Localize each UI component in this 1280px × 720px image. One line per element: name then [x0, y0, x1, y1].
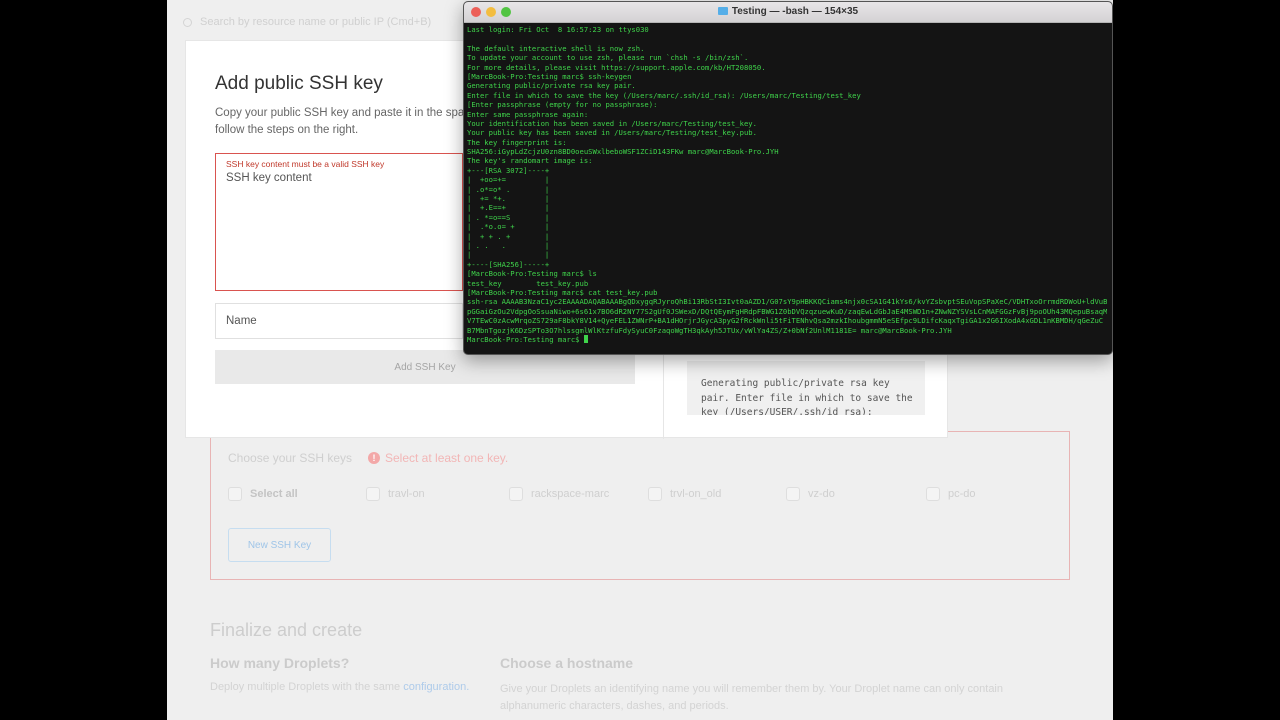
modal-title: Add public SSH key — [215, 73, 383, 94]
name-field[interactable]: Name — [215, 303, 463, 339]
ssh-key-label: trvl-on_old — [670, 488, 722, 500]
checkbox-icon — [366, 487, 380, 501]
modal-desc-line: Copy your public SSH key and paste it in… — [215, 107, 465, 119]
terminal-line: [MarcBook-Pro:Testing marc$ cat test_key… — [467, 287, 658, 297]
modal-description: Copy your public SSH key and paste it in… — [215, 105, 465, 139]
ssh-key-checkbox[interactable]: pc-do — [926, 487, 976, 501]
choose-ssh-keys-label: Choose your SSH keys — [228, 451, 353, 465]
terminal-line: pGGaiGzOu2VdpgOoSsuaNiwo+6s61x7BO6dR2NY7… — [467, 306, 1107, 316]
how-many-droplets-desc: Deploy multiple Droplets with the same c… — [210, 681, 500, 693]
terminal-line: [Enter passphrase (empty for no passphra… — [467, 100, 658, 110]
warning-icon: ! — [368, 452, 380, 464]
left-margin — [0, 0, 167, 720]
checkbox-icon — [786, 487, 800, 501]
terminal-line: | .o*=o* . | — [467, 184, 550, 194]
terminal-line: +----[SHA256]-----+ — [467, 259, 550, 269]
terminal-line: The key fingerprint is: — [467, 137, 567, 147]
ssh-key-label: travl-on — [388, 488, 425, 500]
terminal-line: The default interactive shell is now zsh… — [467, 43, 645, 53]
terminal-line: [MarcBook-Pro:Testing marc$ ls — [467, 269, 597, 279]
name-placeholder: Name — [226, 315, 257, 327]
choose-hostname-title: Choose a hostname — [500, 655, 634, 671]
terminal-line: Enter file in which to save the key (/Us… — [467, 90, 861, 100]
select-all-checkbox[interactable]: Select all — [228, 487, 298, 501]
terminal-line: Generating public/private rsa key pair. — [467, 81, 636, 91]
how-many-desc-text: Deploy multiple Droplets with the same — [210, 681, 401, 693]
ssh-key-label: vz-do — [808, 488, 835, 500]
search-bar[interactable]: Search by resource name or public IP (Cm… — [183, 16, 431, 28]
checkbox-icon — [648, 487, 662, 501]
choose-hostname-desc: Give your Droplets an identifying name y… — [500, 683, 1003, 712]
terminal-line: | | — [467, 250, 550, 260]
terminal-title-text: Testing — -bash — 154×35 — [731, 6, 859, 17]
finalize-title: Finalize and create — [210, 620, 363, 640]
terminal-line: | +.E==+ | — [467, 203, 550, 213]
select-all-label: Select all — [250, 488, 298, 500]
terminal-titlebar[interactable]: Testing — -bash — 154×35 — [464, 2, 1112, 23]
terminal-line: test_key test_key.pub — [467, 278, 589, 288]
terminal-line: [MarcBook-Pro:Testing marc$ ssh-keygen — [467, 71, 632, 81]
search-placeholder: Search by resource name or public IP (Cm… — [200, 16, 432, 28]
terminal-line: The key's randomart image is: — [467, 156, 593, 166]
ssh-key-checkbox[interactable]: trvl-on_old — [648, 487, 721, 501]
ssh-key-checkbox[interactable]: rackspace-marc — [509, 487, 609, 501]
terminal-line: B7MbnTgozjK6DzSPTo3O7hlssgmlWlKtzfuFdySy… — [467, 325, 952, 335]
add-ssh-key-button[interactable]: Add SSH Key — [215, 350, 635, 384]
terminal-line: Last login: Fri Oct 8 16:57:23 on ttys03… — [467, 25, 649, 34]
terminal-line: +---[RSA 3072]----+ — [467, 165, 550, 175]
terminal-output[interactable]: Last login: Fri Oct 8 16:57:23 on ttys03… — [467, 25, 1107, 344]
ssh-warning: ! Select at least one key. — [368, 451, 508, 465]
terminal-line: MarcBook-Pro:Testing marc$ — [467, 334, 1107, 344]
terminal-line: | +oo=+= | — [467, 175, 550, 185]
terminal-cursor — [583, 334, 588, 343]
ssh-keys-section: Choose your SSH keys ! Select at least o… — [210, 431, 1070, 580]
ssh-key-checkbox[interactable]: vz-do — [786, 487, 835, 501]
how-many-droplets-title: How many Droplets? — [210, 655, 350, 671]
new-ssh-key-button[interactable]: New SSH Key — [228, 528, 331, 562]
terminal-line: To update your account to use zsh, pleas… — [467, 53, 749, 63]
terminal-line: | . . . | — [467, 240, 550, 250]
ssh-key-label: pc-do — [948, 488, 976, 500]
search-icon — [183, 17, 192, 27]
modal-desc-line: follow the steps on the right. — [215, 124, 359, 136]
terminal-window[interactable]: Testing — -bash — 154×35 Last login: Fri… — [463, 1, 1113, 355]
folder-icon — [717, 7, 728, 15]
key-error-text: SSH key content must be a valid SSH key — [226, 159, 385, 169]
ssh-key-checkbox[interactable]: travl-on — [366, 487, 425, 501]
terminal-line: | += *+. | — [467, 194, 550, 204]
terminal-line: V7TEwC0zAcwMrqoZS729aF8bkY8V14+QyeFEL1ZW… — [467, 316, 1104, 326]
terminal-line: Enter same passphrase again: — [467, 109, 589, 119]
checkbox-icon — [228, 487, 242, 501]
right-margin — [1113, 0, 1280, 720]
terminal-line: Your public key has been saved in /Users… — [467, 128, 757, 138]
instruction-code-text: Generating public/private rsa key pair. … — [701, 378, 919, 415]
terminal-title: Testing — -bash — 154×35 — [464, 6, 1112, 17]
instruction-code-block: Generating public/private rsa key pair. … — [687, 361, 925, 415]
terminal-line: | + + . + | — [467, 231, 550, 241]
terminal-line: SHA256:iGypLdZcjzU0zn8BD0oeuSWxlbeboWSF1… — [467, 147, 779, 157]
key-content-placeholder: SSH key content — [226, 172, 312, 184]
checkbox-icon — [926, 487, 940, 501]
configuration-link[interactable]: configuration. — [403, 681, 469, 693]
checkbox-icon — [509, 487, 523, 501]
ssh-key-content-field[interactable]: SSH key content must be a valid SSH key … — [215, 153, 463, 291]
ssh-key-label: rackspace-marc — [531, 488, 610, 500]
terminal-line: | . *=o==S | — [467, 212, 550, 222]
terminal-line: For more details, please visit https://s… — [467, 62, 766, 72]
terminal-line: Your identification has been saved in /U… — [467, 118, 757, 128]
ssh-warning-text: Select at least one key. — [385, 451, 509, 465]
terminal-line: ssh-rsa AAAAB3NzaC1yc2EAAAADAQABAAABgQDx… — [467, 297, 1107, 307]
terminal-line: | .*o.o= + | — [467, 222, 550, 232]
